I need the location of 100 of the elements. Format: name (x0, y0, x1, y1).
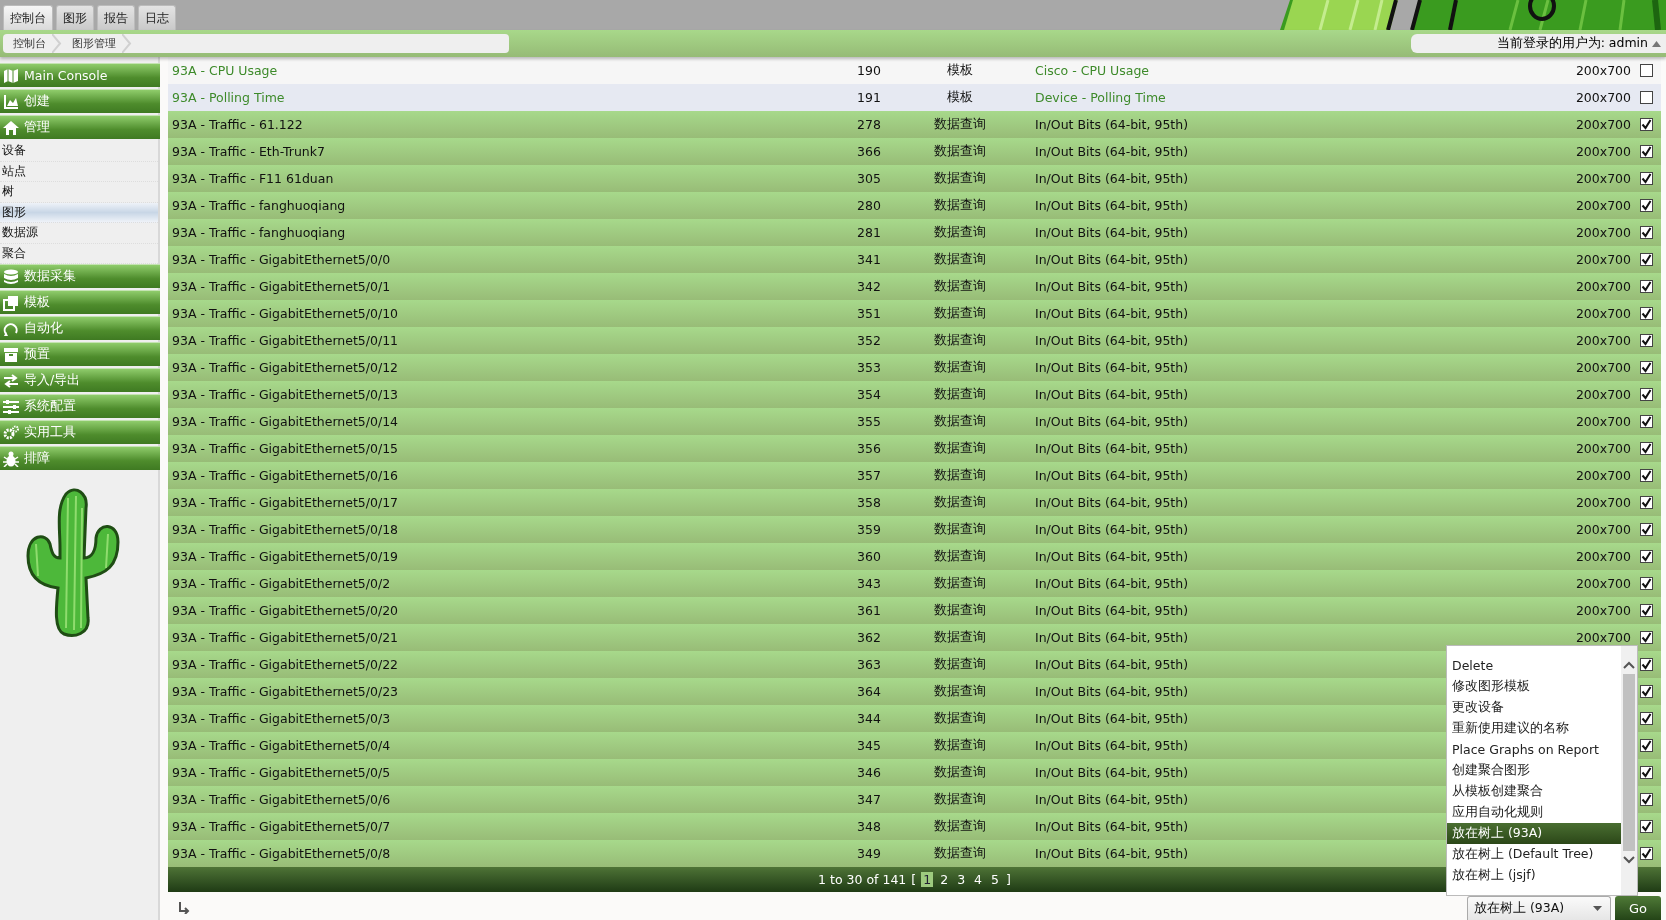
row-checkbox[interactable] (1639, 685, 1653, 698)
graph-name[interactable]: 93A - Traffic - GigabitEthernet5/0/12 (168, 360, 832, 375)
table-row[interactable]: 93A - Traffic - GigabitEthernet5/0/18 359 数据查询 In/Out Bits (64-bit, 95th) 200x700 (168, 516, 1661, 543)
nav-tab[interactable]: 日志 (138, 5, 176, 30)
graph-name[interactable]: 93A - Traffic - GigabitEthernet5/0/5 (168, 765, 832, 780)
menu-section[interactable]: 模板 (0, 290, 160, 314)
graph-name[interactable]: 93A - Traffic - Eth-Trunk7 (168, 144, 832, 159)
go-button[interactable]: Go (1615, 896, 1661, 920)
table-row[interactable]: 93A - Traffic - GigabitEthernet5/0/11 352 数据查询 In/Out Bits (64-bit, 95th) 200x700 (168, 327, 1661, 354)
graph-name[interactable]: 93A - Traffic - GigabitEthernet5/0/22 (168, 657, 832, 672)
menu-item[interactable]: 树 (0, 182, 158, 203)
table-row[interactable]: 93A - Traffic - GigabitEthernet5/0/1 342 数据查询 In/Out Bits (64-bit, 95th) 200x700 (168, 273, 1661, 300)
graph-name[interactable]: 93A - Traffic - GigabitEthernet5/0/15 (168, 441, 832, 456)
row-checkbox[interactable] (1639, 91, 1653, 104)
nav-tab[interactable]: 图形 (56, 5, 94, 30)
table-row[interactable]: 93A - Traffic - GigabitEthernet5/0/2 343 数据查询 In/Out Bits (64-bit, 95th) 200x700 (168, 570, 1661, 597)
graph-name[interactable]: 93A - Traffic - GigabitEthernet5/0/0 (168, 252, 832, 267)
table-row[interactable]: 93A - Traffic - F11 61duan 305 数据查询 In/Out Bits (64-bit, 95th) 200x700 (168, 165, 1661, 192)
menu-section[interactable]: 数据采集 (0, 264, 160, 288)
nav-tab[interactable]: 控制台 (3, 5, 53, 30)
page-link[interactable]: 2 (938, 872, 951, 887)
page-link[interactable]: 4 (972, 872, 985, 887)
row-checkbox[interactable] (1639, 523, 1653, 536)
graph-name[interactable]: 93A - Traffic - 61.122 (168, 117, 832, 132)
row-checkbox[interactable] (1639, 793, 1653, 806)
table-row[interactable]: 93A - Traffic - GigabitEthernet5/0/21 362 数据查询 In/Out Bits (64-bit, 95th) 200x700 (168, 624, 1661, 651)
row-checkbox[interactable] (1639, 64, 1653, 77)
table-row[interactable]: 93A - Traffic - 61.122 278 数据查询 In/Out Bits (64-bit, 95th) 200x700 (168, 111, 1661, 138)
dropdown-option[interactable]: 修改图形模板 (1447, 676, 1621, 697)
menu-item[interactable]: 设备 (0, 141, 158, 162)
row-checkbox[interactable] (1639, 118, 1653, 131)
table-row[interactable]: 93A - Traffic - GigabitEthernet5/0/17 358 数据查询 In/Out Bits (64-bit, 95th) 200x700 (168, 489, 1661, 516)
graph-name[interactable]: 93A - Traffic - GigabitEthernet5/0/4 (168, 738, 832, 753)
graph-name[interactable]: 93A - Traffic - GigabitEthernet5/0/11 (168, 333, 832, 348)
dropdown-option[interactable]: Place Graphs on Report (1447, 739, 1621, 760)
graph-name[interactable]: 93A - Traffic - GigabitEthernet5/0/2 (168, 576, 832, 591)
menu-section[interactable]: 自动化 (0, 316, 160, 340)
row-checkbox[interactable] (1639, 361, 1653, 374)
row-checkbox[interactable] (1639, 631, 1653, 644)
page-link[interactable]: 1 (921, 872, 934, 887)
menu-section[interactable]: 预置 (0, 342, 160, 366)
row-checkbox[interactable] (1639, 172, 1653, 185)
table-row[interactable]: 93A - Traffic - GigabitEthernet5/0/16 357 数据查询 In/Out Bits (64-bit, 95th) 200x700 (168, 462, 1661, 489)
row-checkbox[interactable] (1639, 442, 1653, 455)
menu-section[interactable]: 导入/导出 (0, 368, 160, 392)
graph-name[interactable]: 93A - Traffic - F11 61duan (168, 171, 832, 186)
graph-name[interactable]: 93A - Traffic - GigabitEthernet5/0/21 (168, 630, 832, 645)
table-row[interactable]: 93A - Traffic - Eth-Trunk7 366 数据查询 In/Out Bits (64-bit, 95th) 200x700 (168, 138, 1661, 165)
table-row[interactable]: 93A - Traffic - fanghuoqiang 280 数据查询 In/Out Bits (64-bit, 95th) 200x700 (168, 192, 1661, 219)
caret-up-icon[interactable] (1652, 40, 1661, 47)
table-row[interactable]: 93A - Traffic - GigabitEthernet5/0/10 351 数据查询 In/Out Bits (64-bit, 95th) 200x700 (168, 300, 1661, 327)
table-row[interactable]: 93A - Traffic - fanghuoqiang 281 数据查询 In/Out Bits (64-bit, 95th) 200x700 (168, 219, 1661, 246)
graph-name[interactable]: 93A - Traffic - GigabitEthernet5/0/1 (168, 279, 832, 294)
table-row[interactable]: 93A - Traffic - GigabitEthernet5/0/19 360 数据查询 In/Out Bits (64-bit, 95th) 200x700 (168, 543, 1661, 570)
dropdown-option[interactable]: Delete (1447, 655, 1621, 676)
row-checkbox[interactable] (1639, 334, 1653, 347)
row-checkbox[interactable] (1639, 496, 1653, 509)
table-row[interactable]: 93A - Traffic - GigabitEthernet5/0/0 341 数据查询 In/Out Bits (64-bit, 95th) 200x700 (168, 246, 1661, 273)
graph-name[interactable]: 93A - Traffic - GigabitEthernet5/0/6 (168, 792, 832, 807)
graph-name[interactable]: 93A - Traffic - GigabitEthernet5/0/18 (168, 522, 832, 537)
page-link[interactable]: 3 (955, 872, 968, 887)
row-checkbox[interactable] (1639, 307, 1653, 320)
row-checkbox[interactable] (1639, 415, 1653, 428)
nav-tab[interactable]: 报告 (97, 5, 135, 30)
row-checkbox[interactable] (1639, 766, 1653, 779)
graph-name[interactable]: 93A - Traffic - fanghuoqiang (168, 225, 832, 240)
page-link[interactable]: 5 (989, 872, 1001, 887)
graph-name[interactable]: 93A - Polling Time (168, 90, 832, 105)
row-checkbox[interactable] (1639, 226, 1653, 239)
graph-name[interactable]: 93A - Traffic - GigabitEthernet5/0/13 (168, 387, 832, 402)
dropdown-option[interactable]: 放在树上 (93A) (1447, 823, 1621, 844)
row-checkbox[interactable] (1639, 388, 1653, 401)
scroll-down-icon[interactable] (1623, 855, 1635, 865)
graph-name[interactable]: 93A - Traffic - GigabitEthernet5/0/19 (168, 549, 832, 564)
row-checkbox[interactable] (1639, 712, 1653, 725)
breadcrumb-link[interactable]: 控制台 (3, 36, 52, 51)
graph-name[interactable]: 93A - CPU Usage (168, 63, 832, 78)
row-checkbox[interactable] (1639, 469, 1653, 482)
row-checkbox[interactable] (1639, 847, 1653, 860)
row-checkbox[interactable] (1639, 280, 1653, 293)
row-checkbox[interactable] (1639, 604, 1653, 617)
menu-section[interactable]: 实用工具 (0, 420, 160, 444)
graph-name[interactable]: 93A - Traffic - GigabitEthernet5/0/7 (168, 819, 832, 834)
dropdown-option[interactable]: 放在树上 (Default Tree) (1447, 844, 1621, 865)
menu-item[interactable]: 站点 (0, 161, 158, 182)
scroll-up-icon[interactable] (1623, 660, 1635, 670)
table-row[interactable]: 93A - Polling Time 191 模板 Device - Polling Time 200x700 (168, 84, 1661, 111)
table-row[interactable]: 93A - Traffic - GigabitEthernet5/0/12 353 数据查询 In/Out Bits (64-bit, 95th) 200x700 (168, 354, 1661, 381)
table-row[interactable]: 93A - Traffic - GigabitEthernet5/0/20 361 数据查询 In/Out Bits (64-bit, 95th) 200x700 (168, 597, 1661, 624)
table-row[interactable]: 93A - Traffic - GigabitEthernet5/0/14 355 数据查询 In/Out Bits (64-bit, 95th) 200x700 (168, 408, 1661, 435)
graph-name[interactable]: 93A - Traffic - GigabitEthernet5/0/16 (168, 468, 832, 483)
menu-item[interactable]: 数据源 (0, 223, 158, 244)
graph-name[interactable]: 93A - Traffic - GigabitEthernet5/0/10 (168, 306, 832, 321)
action-dropdown[interactable]: 放在树上 (93A) (1467, 896, 1611, 920)
row-checkbox[interactable] (1639, 739, 1653, 752)
graph-name[interactable]: 93A - Traffic - fanghuoqiang (168, 198, 832, 213)
graph-name[interactable]: 93A - Traffic - GigabitEthernet5/0/17 (168, 495, 832, 510)
table-row[interactable]: 93A - Traffic - GigabitEthernet5/0/13 354 数据查询 In/Out Bits (64-bit, 95th) 200x700 (168, 381, 1661, 408)
menu-section[interactable]: Main Console (0, 63, 160, 87)
row-checkbox[interactable] (1639, 577, 1653, 590)
